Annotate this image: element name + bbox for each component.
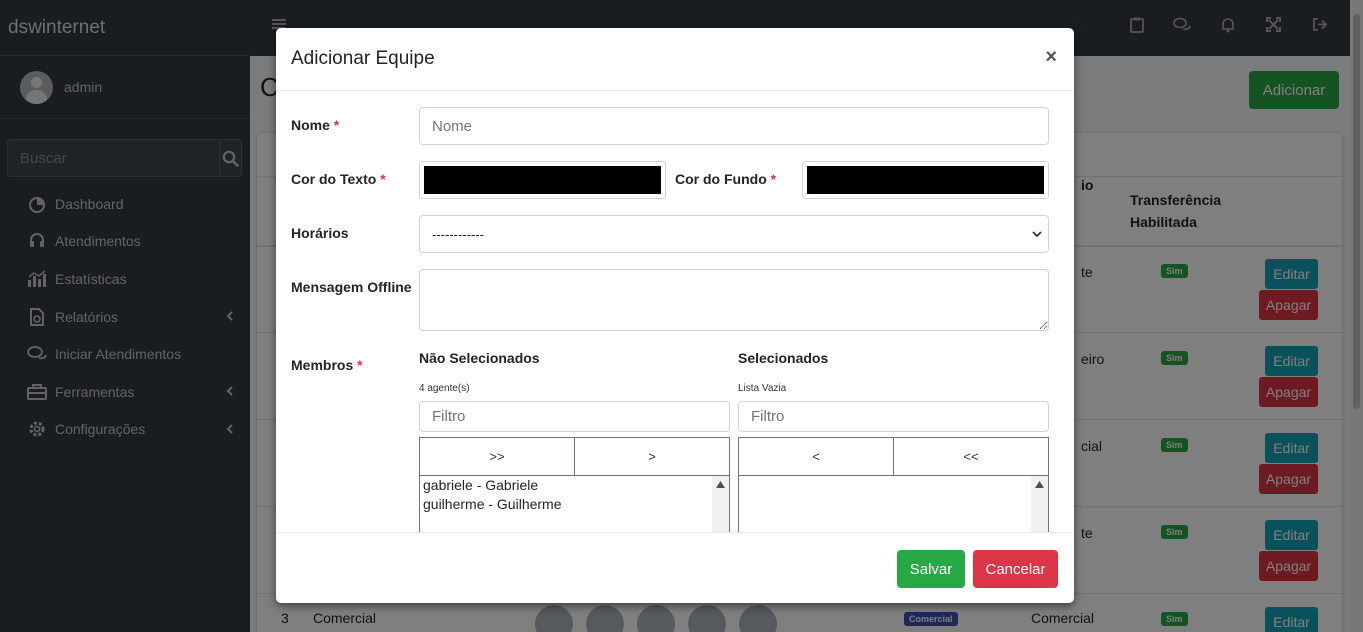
- mensagem-offline-label: Mensagem Offline: [291, 279, 412, 295]
- move-all-button[interactable]: >>: [420, 438, 574, 475]
- nao-selecionados-title: Não Selecionados: [419, 350, 540, 366]
- left-filter-input[interactable]: [419, 401, 730, 432]
- cor-fundo-label: Cor do Fundo *: [675, 171, 776, 187]
- list-item[interactable]: guilherme - Guilherme: [420, 495, 729, 514]
- remove-all-button[interactable]: <<: [893, 438, 1048, 475]
- close-icon[interactable]: ×: [1045, 46, 1057, 69]
- right-move-buttons: < <<: [738, 437, 1049, 475]
- left-move-buttons: >> >: [419, 437, 730, 475]
- nao-selecionados-count: 4 agente(s): [419, 383, 470, 394]
- cor-fundo-label-text: Cor do Fundo: [675, 171, 767, 187]
- listbox-scrollbar[interactable]: [712, 476, 729, 532]
- nome-input[interactable]: [419, 107, 1049, 145]
- required-mark: *: [333, 117, 340, 133]
- cor-fundo-picker[interactable]: [802, 161, 1049, 199]
- required-mark: *: [357, 357, 363, 373]
- modal-header: Adicionar Equipe ×: [276, 28, 1074, 91]
- cor-texto-label: Cor do Texto *: [291, 171, 386, 187]
- mensagem-offline-textarea[interactable]: [419, 269, 1049, 331]
- cor-texto-picker[interactable]: [419, 161, 666, 199]
- nome-label-text: Nome: [291, 117, 330, 133]
- move-one-button[interactable]: >: [574, 438, 729, 475]
- chevron-down-icon: [1032, 231, 1042, 238]
- scroll-up-arrow-icon[interactable]: [1035, 481, 1044, 488]
- membros-label: Membros *: [291, 357, 363, 373]
- cancel-button[interactable]: Cancelar: [973, 550, 1058, 588]
- listbox-scrollbar[interactable]: [1031, 476, 1048, 532]
- save-button[interactable]: Salvar: [897, 550, 965, 588]
- cor-texto-label-text: Cor do Texto: [291, 171, 377, 187]
- color-swatch: [424, 166, 661, 194]
- horarios-select[interactable]: ------------: [419, 215, 1049, 253]
- modal-body: Nome * Cor do Texto * Cor do Fundo * Hor…: [276, 91, 1074, 532]
- remove-one-button[interactable]: <: [739, 438, 893, 475]
- list-item[interactable]: gabriele - Gabriele: [420, 476, 729, 495]
- right-listbox[interactable]: [738, 475, 1049, 532]
- horarios-label: Horários: [291, 225, 349, 241]
- left-listbox[interactable]: gabriele - Gabriele guilherme - Guilherm…: [419, 475, 730, 532]
- required-mark: *: [770, 171, 777, 187]
- membros-label-text: Membros: [291, 357, 354, 373]
- scroll-up-arrow-icon[interactable]: [716, 481, 725, 488]
- horarios-selected-value: ------------: [432, 226, 484, 242]
- required-mark: *: [380, 171, 386, 187]
- modal-title: Adicionar Equipe: [291, 48, 435, 69]
- color-swatch: [807, 166, 1044, 194]
- selecionados-count: Lista Vazia: [738, 383, 787, 394]
- nome-label: Nome *: [291, 117, 339, 133]
- selecionados-title: Selecionados: [738, 350, 829, 366]
- right-filter-input[interactable]: [738, 401, 1049, 432]
- add-team-modal: Adicionar Equipe × Nome * Cor do Texto *…: [276, 28, 1074, 603]
- modal-footer: Salvar Cancelar: [276, 532, 1074, 603]
